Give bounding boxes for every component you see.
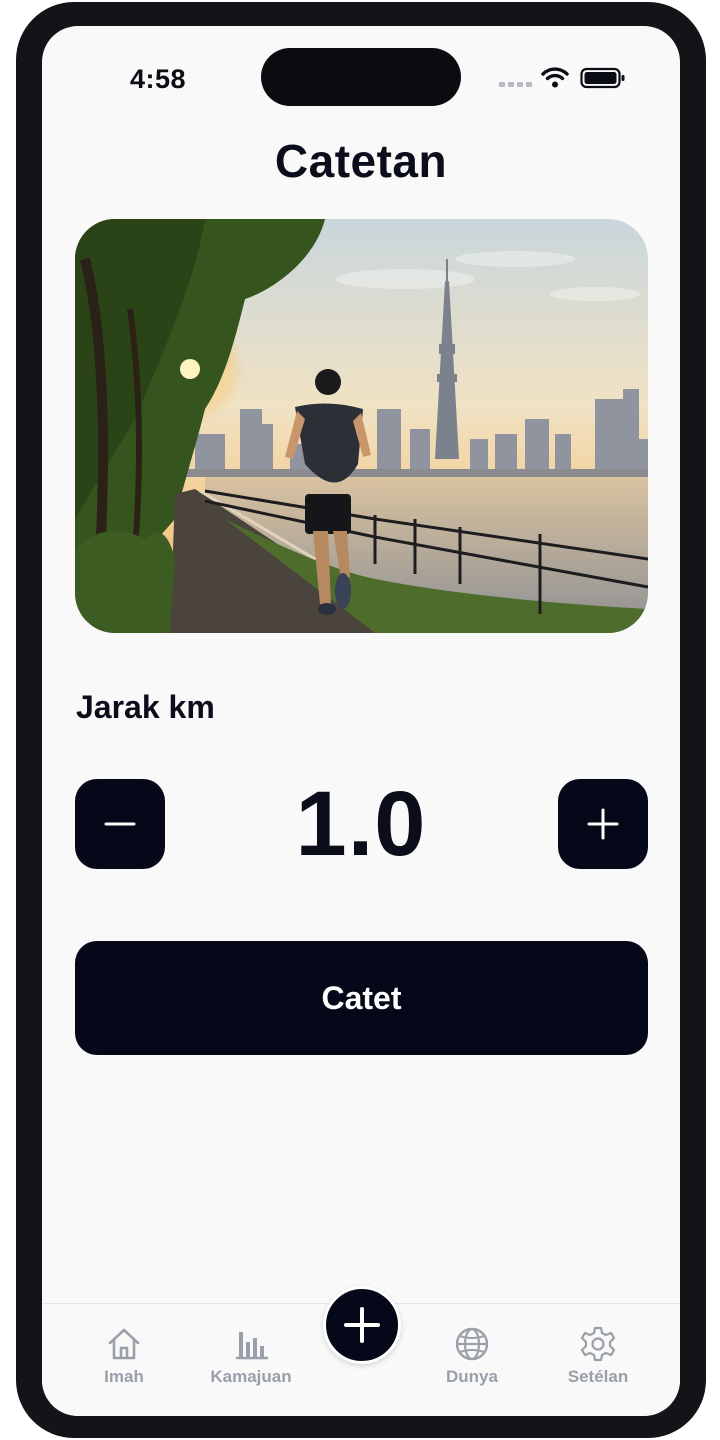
tab-progress[interactable]: Kamajuan (196, 1324, 306, 1387)
tab-progress-label: Kamajuan (210, 1367, 292, 1386)
app-screen: 4:58 Catetan Jarak km 1.0 Catet Imah Kam… (42, 26, 680, 1416)
distance-value: 1.0 (295, 773, 427, 875)
plus-icon (587, 808, 619, 840)
tab-settings[interactable]: Setélan (543, 1324, 653, 1387)
page-title: Catetan (274, 135, 448, 187)
hero-photo (75, 219, 648, 633)
increment-button[interactable] (558, 779, 648, 869)
distance-label: Jarak km (76, 689, 215, 725)
battery-icon (580, 67, 625, 89)
plus-icon (344, 1307, 380, 1343)
tab-world-label: Dunya (446, 1367, 498, 1386)
gear-icon (580, 1326, 616, 1362)
minus-icon (104, 822, 136, 826)
tab-home[interactable]: Imah (69, 1324, 179, 1387)
bar-chart-icon (235, 1332, 269, 1360)
tab-home-label: Imah (104, 1367, 144, 1386)
tab-world[interactable]: Dunya (417, 1324, 527, 1387)
dynamic-island (261, 48, 461, 106)
tab-settings-label: Setélan (567, 1367, 629, 1386)
cellular-signal-icon (499, 82, 533, 88)
home-icon (108, 1328, 140, 1360)
wifi-icon (541, 67, 569, 88)
phone-frame: 4:58 Catetan Jarak km 1.0 Catet Imah Kam… (16, 2, 706, 1438)
status-time: 4:58 (130, 64, 187, 94)
globe-icon (455, 1327, 489, 1361)
decrement-button[interactable] (75, 779, 165, 869)
add-record-fab[interactable] (323, 1286, 401, 1364)
save-button[interactable]: Catet (75, 941, 648, 1055)
